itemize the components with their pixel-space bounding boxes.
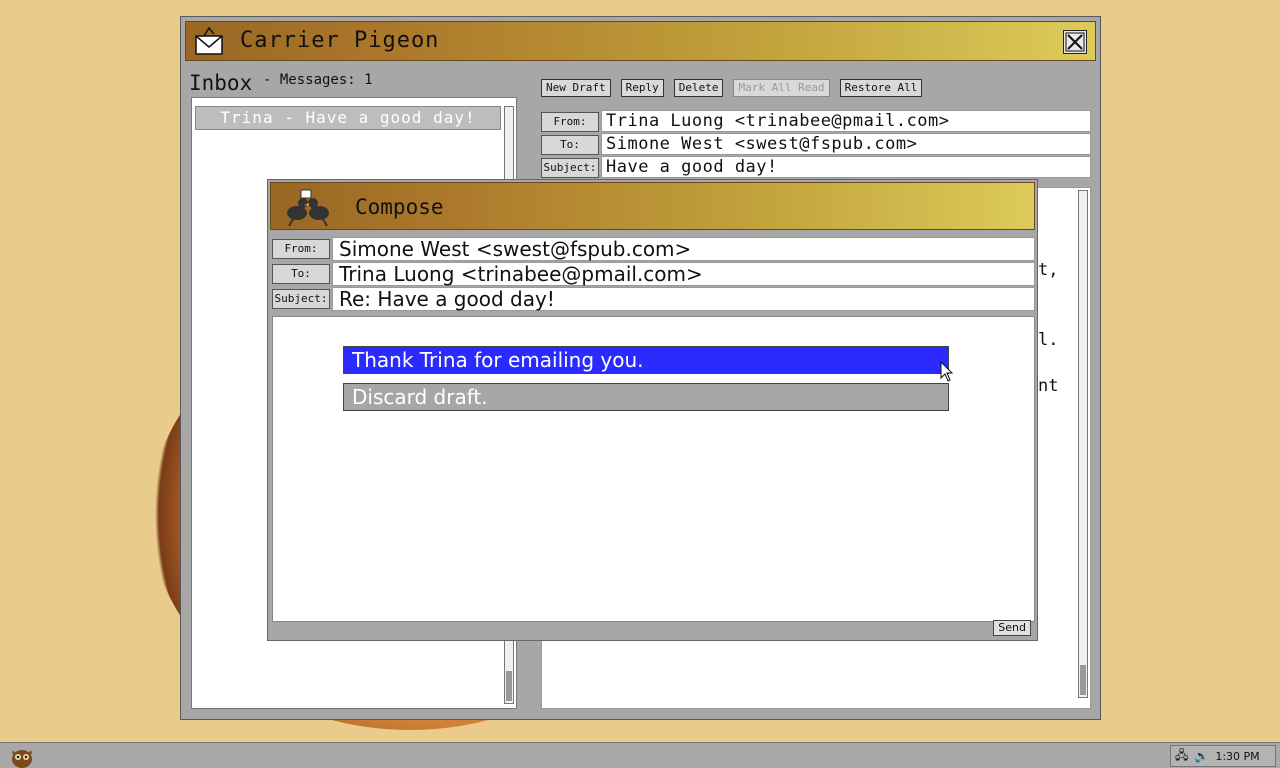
compose-window: Compose From: Simone West <swest@fspub.c… [267, 179, 1038, 641]
subject-value: Have a good day! [601, 156, 1091, 178]
body-text: nt [1038, 376, 1059, 396]
from-label: From: [272, 239, 330, 259]
compose-title: Compose [355, 195, 444, 219]
compose-from-row: From: Simone West <swest@fspub.com> [272, 237, 1035, 261]
header-subject-row: Subject: Have a good day! [541, 156, 1091, 178]
to-field[interactable]: Trina Luong <trinabee@pmail.com> [332, 262, 1035, 286]
from-value: Trina Luong <trinabee@pmail.com> [601, 110, 1091, 132]
to-label: To: [272, 264, 330, 284]
window-title: Carrier Pigeon [240, 28, 440, 53]
main-titlebar[interactable]: Carrier Pigeon [185, 21, 1096, 61]
to-label: To: [541, 135, 599, 155]
inbox-heading: Inbox [189, 71, 253, 95]
message-count: - Messages: 1 [263, 72, 373, 88]
compose-body[interactable]: Thank Trina for emailing you. Discard dr… [272, 316, 1035, 622]
restore-all-button[interactable]: Restore All [839, 79, 923, 97]
list-item[interactable]: Trina - Have a good day! [195, 106, 501, 130]
reply-button[interactable]: Reply [620, 79, 664, 97]
subject-field[interactable]: Re: Have a good day! [332, 287, 1035, 311]
reply-option-thank[interactable]: Thank Trina for emailing you. [343, 346, 949, 374]
scroll-thumb[interactable] [506, 671, 512, 701]
mail-toolbar: New Draft Reply Delete Mark All Read Res… [541, 79, 923, 99]
pigeons-icon [287, 189, 329, 227]
header-to-row: To: Simone West <swest@fspub.com> [541, 133, 1091, 155]
subject-label: Subject: [272, 289, 330, 309]
volume-icon[interactable]: 🔈 [1194, 749, 1209, 763]
system-tray: 🖧 🔈 1:30 PM [1170, 745, 1276, 767]
scroll-thumb[interactable] [1080, 665, 1086, 695]
compose-titlebar[interactable]: Compose [270, 182, 1035, 230]
from-field[interactable]: Simone West <swest@fspub.com> [332, 237, 1035, 261]
mark-all-read-button[interactable]: Mark All Read [733, 79, 830, 97]
owl-menu-icon[interactable] [8, 746, 36, 768]
subject-label: Subject: [541, 158, 599, 178]
close-button[interactable] [1063, 30, 1087, 54]
envelope-icon [195, 26, 223, 55]
compose-subject-row: Subject: Re: Have a good day! [272, 287, 1035, 311]
clock[interactable]: 1:30 PM [1215, 750, 1259, 763]
message-body-scrollbar[interactable] [1078, 190, 1088, 698]
close-icon [1065, 32, 1085, 52]
send-button[interactable]: Send [993, 620, 1031, 636]
body-text: l. [1038, 330, 1059, 350]
from-label: From: [541, 112, 599, 132]
header-from-row: From: Trina Luong <trinabee@pmail.com> [541, 110, 1091, 132]
new-draft-button[interactable]: New Draft [541, 79, 611, 97]
delete-button[interactable]: Delete [673, 79, 724, 97]
network-icon[interactable]: 🖧 [1175, 746, 1188, 767]
reply-option-discard[interactable]: Discard draft. [343, 383, 949, 411]
taskbar: 🖧 🔈 1:30 PM [0, 742, 1280, 768]
body-text: t, [1038, 260, 1059, 280]
mouse-cursor-icon [940, 361, 954, 382]
compose-to-row: To: Trina Luong <trinabee@pmail.com> [272, 262, 1035, 286]
to-value: Simone West <swest@fspub.com> [601, 133, 1091, 155]
